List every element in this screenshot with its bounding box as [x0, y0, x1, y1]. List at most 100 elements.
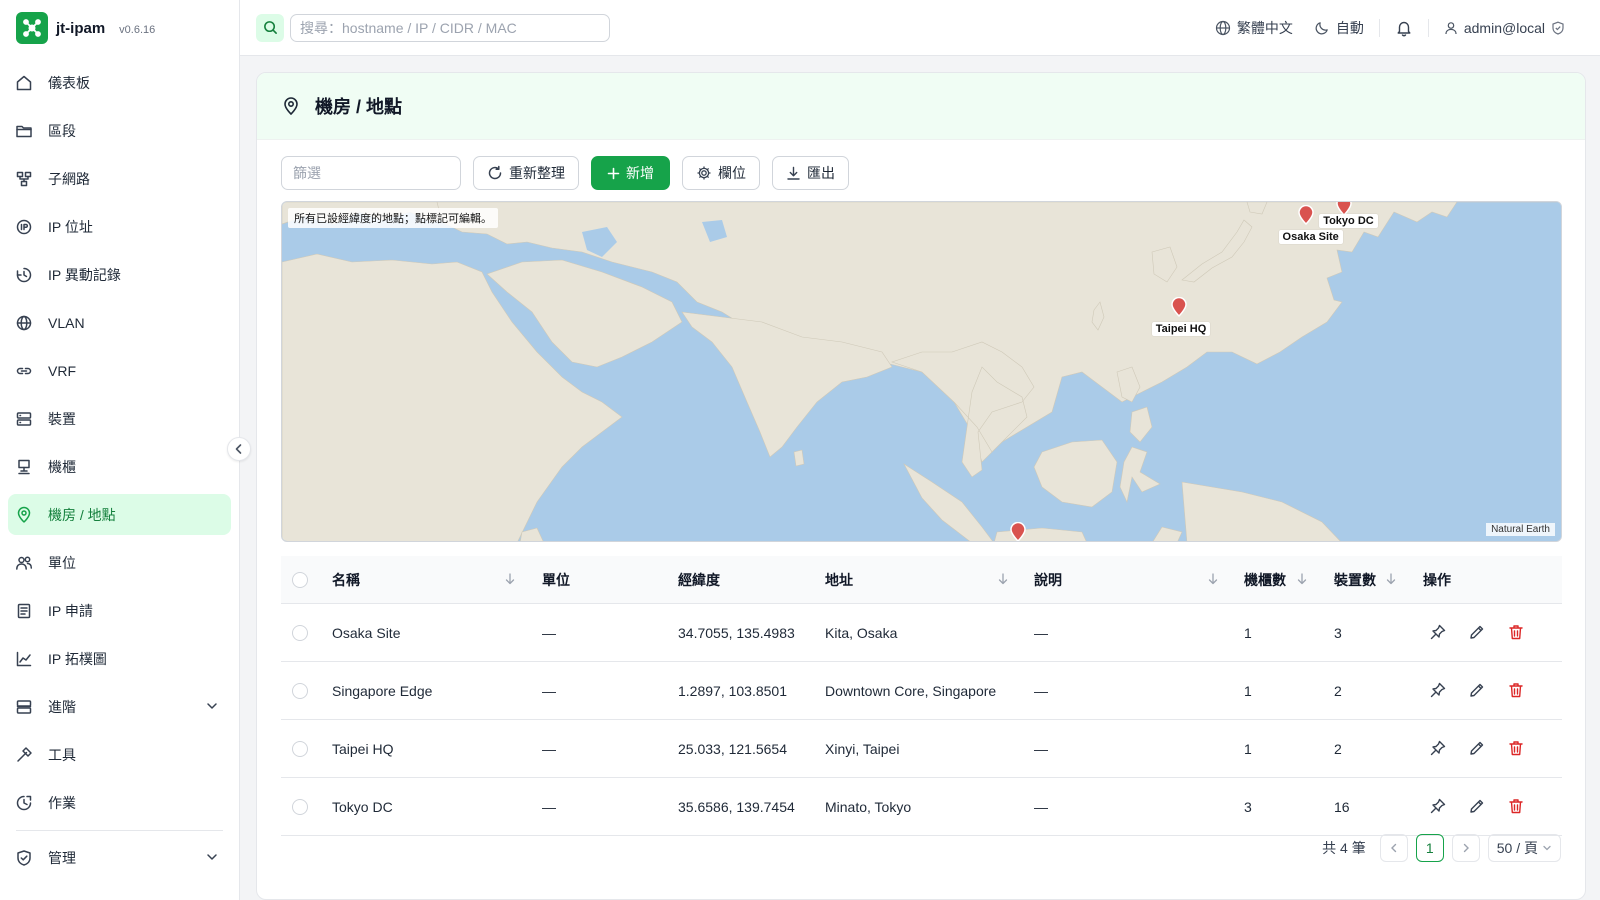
sidebar-item-link[interactable]: VRF — [8, 350, 231, 391]
sidebar-item-globe[interactable]: VLAN — [8, 302, 231, 343]
sidebar-item-server[interactable]: 裝置 — [8, 398, 231, 439]
next-page-button[interactable] — [1451, 834, 1480, 862]
page-size-select[interactable]: 50 / 頁 — [1487, 834, 1561, 862]
pin-icon — [1430, 682, 1446, 698]
pin-button[interactable] — [1429, 681, 1447, 702]
pencil-icon — [1470, 683, 1484, 697]
sidebar-item-ip[interactable]: IP 位址 — [8, 206, 231, 247]
sidebar-item-request[interactable]: IP 申請 — [8, 590, 231, 631]
col-actions: 操作 — [1423, 571, 1451, 588]
table-row[interactable]: Tokyo DC — 35.6586, 139.7454 Minato, Tok… — [281, 778, 1562, 836]
notifications-button[interactable] — [1384, 19, 1424, 37]
map-marker[interactable] — [1297, 204, 1315, 225]
sidebar-item-chart[interactable]: IP 拓樸圖 — [8, 638, 231, 679]
theme-switcher[interactable]: 自動 — [1304, 18, 1375, 38]
language-switcher[interactable]: 繁體中文 — [1204, 18, 1304, 38]
pin-button[interactable] — [1429, 739, 1447, 760]
col-description[interactable]: 說明 — [1034, 556, 1062, 603]
cell-racks: 1 — [1244, 740, 1252, 757]
map-marker-icon — [1170, 296, 1187, 317]
col-address[interactable]: 地址 — [825, 556, 853, 603]
map-marker-label[interactable]: Osaka Site — [1278, 229, 1343, 244]
sort-icon[interactable] — [1384, 572, 1398, 586]
sidebar-item-network[interactable]: 子網路 — [8, 158, 231, 199]
sort-icon[interactable] — [503, 572, 517, 586]
user-menu[interactable]: admin@local — [1433, 20, 1576, 36]
page-1-button[interactable]: 1 — [1415, 834, 1444, 862]
sort-icon[interactable] — [1206, 572, 1220, 586]
delete-button[interactable] — [1507, 797, 1525, 818]
app-logo-icon — [16, 12, 48, 44]
sidebar-item-folder[interactable]: 區段 — [8, 110, 231, 151]
row-select-radio[interactable] — [292, 624, 308, 641]
divider — [1378, 18, 1380, 37]
map-marker-label[interactable]: Taipei HQ — [1151, 321, 1211, 336]
col-racks[interactable]: 機櫃數 — [1244, 556, 1286, 603]
select-all-radio[interactable] — [292, 571, 308, 588]
export-button[interactable]: 匯出 — [772, 156, 849, 190]
cell-address: Downtown Core, Singapore — [825, 682, 997, 699]
sidebar-item-label: 工具 — [48, 746, 76, 763]
cell-devices: 3 — [1334, 624, 1342, 641]
trash-icon — [1509, 625, 1523, 640]
sidebar-item-map-pin[interactable]: 機房 / 地點 — [8, 494, 231, 535]
brand[interactable]: jt-ipam v0.6.16 — [0, 0, 239, 56]
sidebar-item-layers[interactable]: 進階 — [8, 686, 231, 727]
sidebar-collapse-button[interactable] — [227, 437, 251, 461]
delete-button[interactable] — [1507, 681, 1525, 702]
sidebar-item-hammer[interactable]: 工具 — [8, 734, 231, 775]
delete-button[interactable] — [1507, 623, 1525, 644]
language-label: 繁體中文 — [1236, 19, 1293, 36]
locations-map[interactable]: 所有已設經緯度的地點；點標記可編輯。 Natural Earth Osaka S… — [281, 201, 1562, 542]
cell-unit: — — [542, 798, 556, 815]
home-icon — [14, 73, 34, 93]
refresh-button[interactable]: 重新整理 — [473, 156, 579, 190]
row-select-radio[interactable] — [292, 798, 308, 815]
refresh-icon — [488, 165, 502, 180]
edit-button[interactable] — [1468, 797, 1486, 818]
cell-unit: — — [542, 624, 556, 641]
filter-input[interactable] — [281, 156, 461, 190]
table-row[interactable]: Taipei HQ — 25.033, 121.5654 Xinyi, Taip… — [281, 720, 1562, 778]
edit-button[interactable] — [1468, 739, 1486, 760]
columns-button[interactable]: 欄位 — [682, 156, 760, 190]
sidebar-item-home[interactable]: 儀表板 — [8, 62, 231, 103]
sort-icon[interactable] — [996, 572, 1010, 586]
sidebar-item-jobs[interactable]: 作業 — [8, 782, 231, 823]
table-row[interactable]: Osaka Site — 34.7055, 135.4983 Kita, Osa… — [281, 604, 1562, 662]
hammer-icon — [14, 745, 34, 765]
search-button[interactable] — [256, 13, 284, 42]
total-count: 共 4 筆 — [1322, 840, 1366, 856]
cell-name: Taipei HQ — [332, 740, 394, 757]
row-select-radio[interactable] — [292, 740, 308, 757]
delete-button[interactable] — [1507, 739, 1525, 760]
sidebar-item-history[interactable]: IP 異動記錄 — [8, 254, 231, 295]
plus-icon — [607, 167, 620, 179]
map-marker[interactable] — [1170, 296, 1188, 317]
chart-icon — [14, 649, 34, 669]
add-button[interactable]: 新增 — [591, 156, 670, 190]
global-search-input[interactable] — [290, 13, 610, 42]
edit-button[interactable] — [1468, 623, 1486, 644]
cell-coords: 34.7055, 135.4983 — [678, 624, 795, 641]
pin-button[interactable] — [1429, 797, 1447, 818]
sidebar-item-users[interactable]: 單位 — [8, 542, 231, 583]
columns-label: 欄位 — [718, 165, 746, 181]
row-select-radio[interactable] — [292, 682, 308, 699]
pin-icon — [1430, 740, 1446, 756]
pin-button[interactable] — [1429, 623, 1447, 644]
table-row[interactable]: Singapore Edge — 1.2897, 103.8501 Downto… — [281, 662, 1562, 720]
sidebar-item-shield[interactable]: 管理 — [8, 837, 231, 878]
page-size-label: 50 / 頁 — [1496, 840, 1538, 856]
sidebar-item-rack[interactable]: 機櫃 — [8, 446, 231, 487]
cell-coords: 35.6586, 139.7454 — [678, 798, 795, 815]
map-marker-label[interactable]: Tokyo DC — [1319, 213, 1378, 228]
prev-page-button[interactable] — [1379, 834, 1408, 862]
col-devices[interactable]: 裝置數 — [1334, 556, 1376, 603]
edit-button[interactable] — [1468, 681, 1486, 702]
map-marker[interactable] — [1009, 522, 1027, 541]
sort-icon[interactable] — [1295, 572, 1309, 586]
pin-icon — [1430, 624, 1446, 640]
divider — [1427, 18, 1429, 37]
col-name[interactable]: 名稱 — [332, 556, 360, 603]
